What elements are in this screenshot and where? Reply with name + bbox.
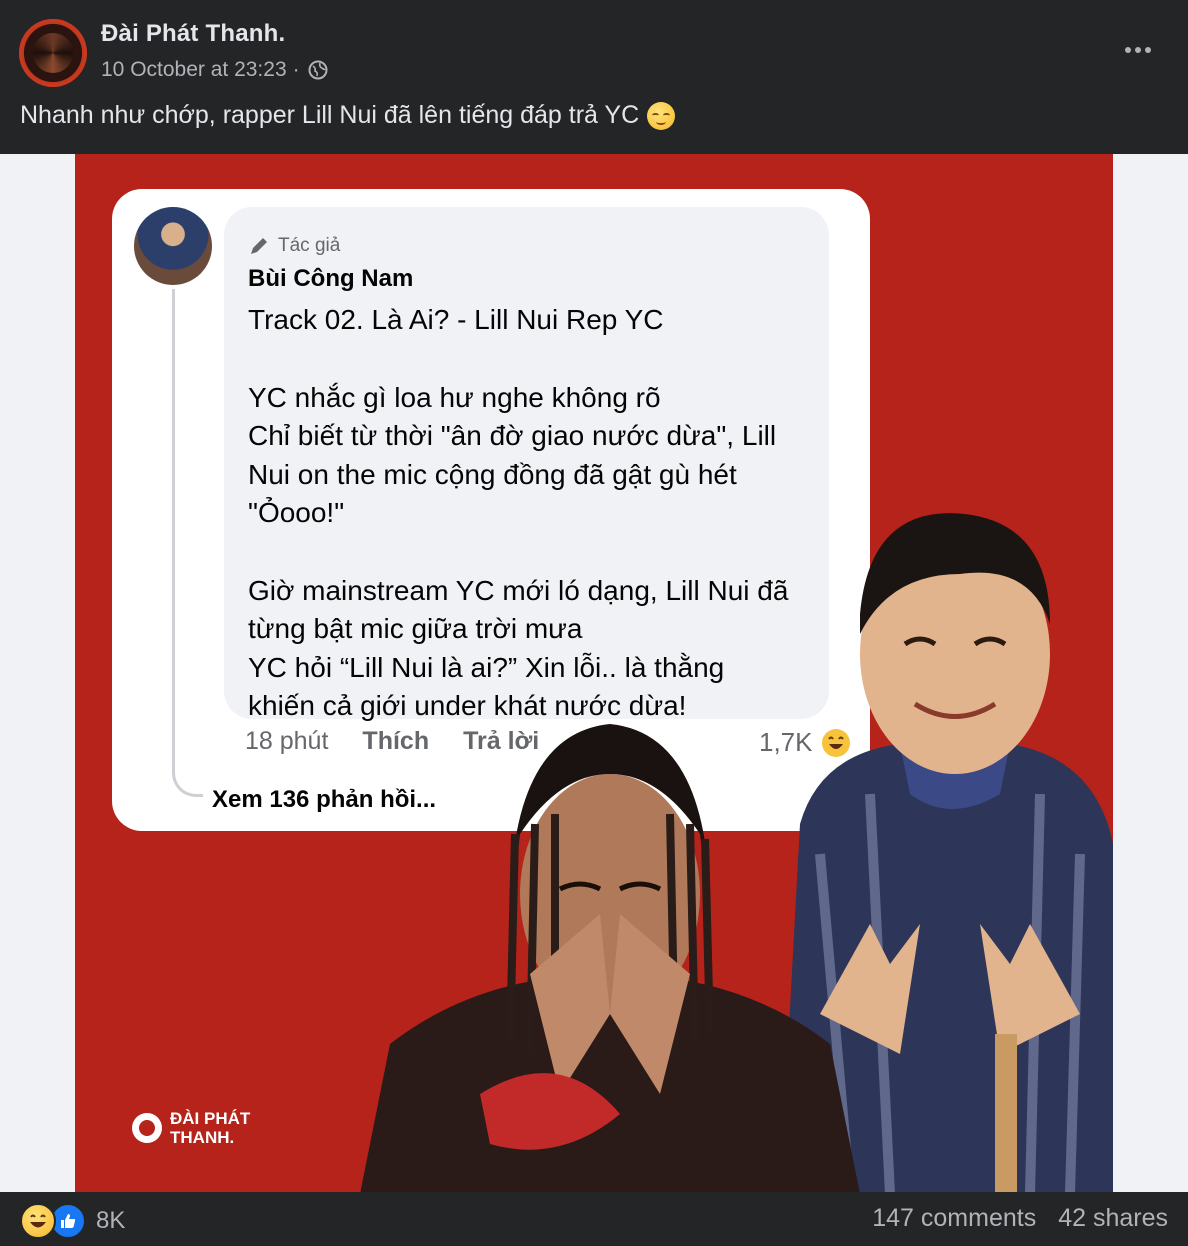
comment-line: YC nhắc gì loa hư nghe không rõ	[248, 382, 661, 413]
comment-author: Bùi Công Nam	[248, 265, 414, 292]
comment-line: "Ỏooo!"	[248, 497, 345, 528]
comment-line: Nui on the mic cộng đồng đã gật gù hét	[248, 459, 737, 490]
comment-time: 18 phút	[245, 727, 329, 755]
post-timestamp[interactable]: 10 October at 23:23	[101, 58, 287, 82]
comment-bubble: Tác giả Bùi Công Nam Track 02. Là Ai? - …	[224, 207, 829, 721]
author-badge: Tác giả	[248, 235, 340, 257]
comment-line: từng bật mic giữa trời mưa	[248, 613, 583, 644]
commenter-avatar	[134, 207, 212, 285]
post-image[interactable]: Tác giả Bùi Công Nam Track 02. Là Ai? - …	[75, 154, 1113, 1192]
comments-count[interactable]: 147 comments	[872, 1204, 1036, 1233]
thread-line	[172, 289, 203, 797]
caption-text: Nhanh như chớp, rapper Lill Nui đã lên t…	[20, 101, 640, 129]
more-dots-icon	[1125, 47, 1131, 53]
comment-line: Chỉ biết từ thời "ân đờ giao nước dừa", …	[248, 420, 777, 451]
logo-text-line2: THANH.	[170, 1128, 235, 1147]
pencil-icon	[251, 238, 267, 254]
post-media: Tác giả Bùi Công Nam Track 02. Là Ai? - …	[0, 154, 1188, 1192]
page-avatar[interactable]	[19, 19, 87, 87]
post-stats: 147 comments 42 shares	[872, 1204, 1168, 1233]
comment-line: YC hỏi “Lill Nui là ai?” Xin lỗi.. là th…	[248, 652, 725, 683]
person-left-image	[360, 724, 860, 1192]
meta-separator: ·	[292, 58, 300, 81]
post-caption: Nhanh như chớp, rapper Lill Nui đã lên t…	[20, 101, 676, 130]
thumbs-up-icon	[61, 1214, 76, 1228]
logo-text-line1: ĐÀI PHÁT	[170, 1109, 251, 1128]
reaction-total[interactable]: 8K	[96, 1207, 125, 1235]
post-footer: 8K 147 comments 42 shares	[0, 1192, 1188, 1246]
more-options-button[interactable]	[1116, 32, 1160, 68]
haha-reaction-icon	[20, 1203, 56, 1239]
logo-icon	[132, 1113, 162, 1143]
post-header: Đài Phát Thanh. 10 October at 23:23 · Nh…	[0, 0, 1188, 154]
comment-line: Giờ mainstream YC mới ló dạng, Lill Nui …	[248, 575, 789, 606]
shares-count[interactable]: 42 shares	[1058, 1204, 1168, 1233]
smiling-face-emoji-icon	[647, 101, 676, 130]
avatar-image	[33, 33, 73, 73]
comment-line: Track 02. Là Ai? - Lill Nui Rep YC	[248, 304, 664, 335]
poster-logo: ĐÀI PHÁT THANH.	[132, 1109, 250, 1147]
post-meta: 10 October at 23:23 ·	[101, 58, 328, 82]
page-name[interactable]: Đài Phát Thanh.	[101, 20, 285, 48]
author-badge-label: Tác giả	[278, 235, 341, 256]
globe-icon	[308, 60, 328, 80]
reactions-summary[interactable]: 8K	[20, 1203, 125, 1239]
